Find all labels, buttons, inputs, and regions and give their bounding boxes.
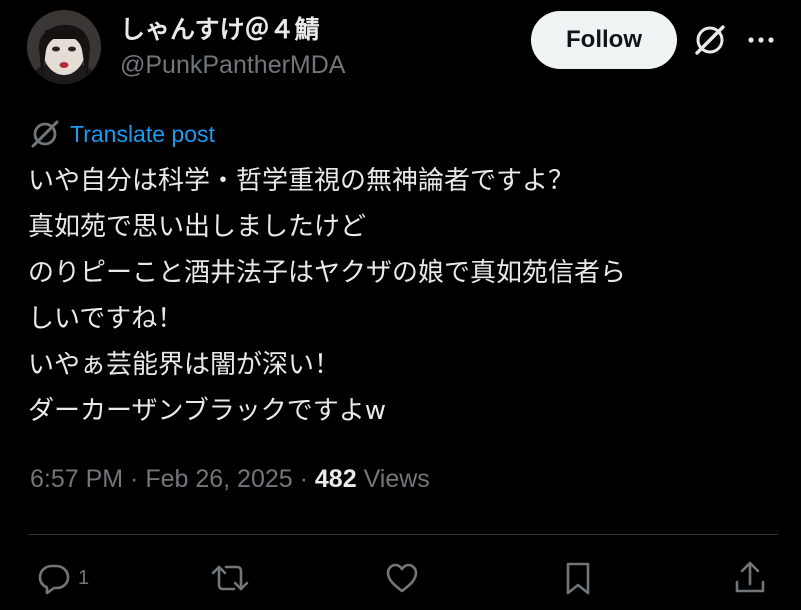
grok-icon[interactable] (692, 22, 728, 58)
repost-icon (211, 565, 249, 591)
post-text: いや自分は科学・哲学重視の無神論者ですよ？ 真如苑で思い出しましたけど のりピー… (28, 158, 788, 434)
translate-link[interactable]: Translate post (70, 121, 215, 148)
like-icon (386, 563, 418, 593)
views-label: Views (363, 465, 430, 493)
reply-icon (38, 564, 70, 595)
post-line: ダーカーザンブラックですよw (28, 396, 386, 426)
post-date[interactable]: Feb 26, 2025 (145, 465, 292, 493)
like-button[interactable] (384, 558, 420, 598)
share-button[interactable] (732, 558, 768, 598)
avatar[interactable] (27, 10, 101, 84)
translate-icon (31, 120, 59, 148)
views-count: 482 (314, 465, 357, 493)
post-line: いや自分は科学・哲学重視の無神論者ですよ？ (28, 166, 575, 196)
post-line: 真如苑で思い出しましたけど (28, 212, 367, 242)
post-meta: 6:57 PM · Feb 26, 2025 · 482 Views (30, 465, 430, 494)
meta-separator: · (123, 465, 146, 493)
bookmark-icon (566, 562, 590, 595)
post-line: のりピーこと酒井法子はヤクザの娘で真如苑信者ら (28, 258, 627, 288)
follow-button[interactable]: Follow (531, 11, 677, 69)
author-display-name[interactable]: しゃんすけ＠４鯖 (120, 10, 320, 46)
bookmark-button[interactable] (560, 558, 596, 598)
post-time[interactable]: 6:57 PM (30, 465, 123, 493)
meta-separator: · (292, 465, 315, 493)
translate-row[interactable]: Translate post (30, 119, 215, 149)
author-handle[interactable]: @PunkPantherMDA (120, 51, 345, 80)
share-icon (735, 561, 765, 593)
more-icon[interactable] (744, 28, 778, 52)
divider (28, 534, 778, 535)
reply-count: 1 (78, 566, 90, 589)
reply-button[interactable]: 1 (36, 558, 89, 598)
post-line: しいですね！ (28, 304, 184, 334)
post-line: いやぁ芸能界は闇が深い！ (28, 350, 341, 380)
repost-button[interactable] (210, 558, 250, 598)
avatar-image (27, 10, 101, 84)
